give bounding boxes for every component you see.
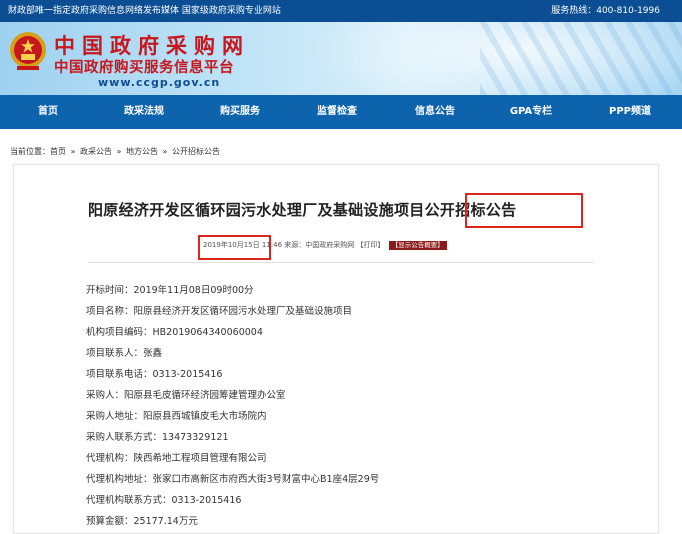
field-agency-address: 代理机构地址：张家口市高新区市府西大街3号财富中心B1座4层29号 — [86, 474, 380, 485]
field-project-phone: 项目联系电话：0313-2015416 — [86, 369, 223, 380]
top-bar: 财政部唯一指定政府采购信息网络发布媒体 国家级政府采购专业网站 服务热线：400… — [0, 0, 682, 22]
field-bid-opening-time: 开标时间：2019年11月08日09时00分 — [86, 285, 254, 296]
nav-item-supervision[interactable]: 监督检查 — [288, 95, 386, 129]
field-project-contact: 项目联系人：张鑫 — [86, 348, 163, 359]
breadcrumb: 当前位置：首页 » 政采公告 » 地方公告 » 公开招标公告 — [10, 146, 222, 157]
site-header: 中国政府采购网 中国政府购买服务信息平台 www.ccgp.gov.cn — [0, 22, 682, 95]
field-purchaser: 采购人：阳原县毛皮循环经济园筹建管理办公室 — [86, 390, 286, 401]
field-project-name: 项目名称：阳原县经济开发区循环园污水处理厂及基础设施项目 — [86, 306, 353, 317]
breadcrumb-current[interactable]: 公开招标公告 — [172, 147, 220, 156]
breadcrumb-separator: » — [70, 147, 76, 156]
title-highlight-box — [465, 193, 583, 228]
field-purchaser-contact: 采购人联系方式：13473329121 — [86, 432, 229, 443]
nav-item-gpa[interactable]: GPA专栏 — [484, 95, 578, 129]
field-agency: 代理机构：陕西希地工程项目管理有限公司 — [86, 453, 267, 464]
field-purchaser-address: 采购人地址：阳原县西城镇皮毛大市场院内 — [86, 411, 267, 422]
national-emblem-icon — [10, 32, 46, 70]
field-agency-contact: 代理机构联系方式：0313-2015416 — [86, 495, 242, 506]
service-hotline: 服务热线：400-810-1996 — [551, 6, 660, 16]
nav-item-regulations[interactable]: 政采法规 — [96, 95, 192, 129]
article-title: 阳原经济开发区循环园污水处理厂及基础设施项目公开招标公告 — [88, 201, 517, 219]
meta-source: 11:46 来源：中国政府采购网 【打印】 — [261, 241, 385, 249]
breadcrumb-procurement[interactable]: 政采公告 — [80, 147, 112, 156]
meta-divider — [88, 262, 594, 263]
breadcrumb-local[interactable]: 地方公告 — [126, 147, 158, 156]
breadcrumb-separator: » — [116, 147, 122, 156]
site-url: www.ccgp.gov.cn — [98, 76, 221, 89]
date-highlight-box — [198, 235, 271, 260]
nav-item-ppp[interactable]: PPP频道 — [578, 95, 682, 129]
nav-item-announcements[interactable]: 信息公告 — [386, 95, 484, 129]
site-slogan: 财政部唯一指定政府采购信息网络发布媒体 国家级政府采购专业网站 — [8, 6, 281, 16]
main-nav: 首页 政采法规 购买服务 监督检查 信息公告 GPA专栏 PPP频道 — [0, 95, 682, 129]
show-summary-button[interactable]: 【显示公告概要】 — [388, 241, 447, 250]
breadcrumb-separator: » — [162, 147, 168, 156]
field-project-code: 机构项目编码：HB2019064340060004 — [86, 327, 263, 338]
nav-item-home[interactable]: 首页 — [0, 95, 96, 129]
site-logo-subtitle: 中国政府购买服务信息平台 — [54, 60, 234, 76]
field-budget: 预算金额：25177.14万元 — [86, 516, 198, 527]
breadcrumb-home[interactable]: 当前位置：首页 — [10, 147, 66, 156]
nav-item-services[interactable]: 购买服务 — [192, 95, 288, 129]
